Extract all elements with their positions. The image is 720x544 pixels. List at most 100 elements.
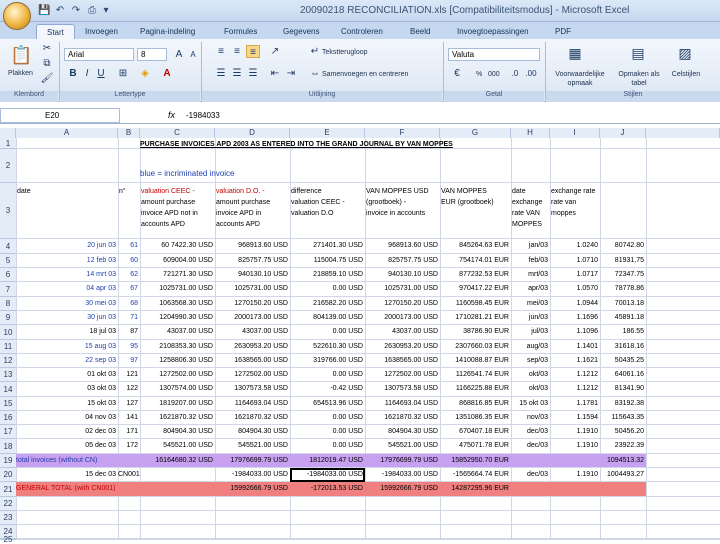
do-value-cell[interactable]: 1307573.58 USD [215,384,290,397]
exchange-rate-cell[interactable]: 1.1096 [550,327,600,340]
tab-gegevens[interactable]: Gegevens [283,24,319,39]
row-header[interactable]: 15 [0,397,16,411]
increase-indent-icon[interactable]: ⇥ [284,67,298,80]
rate-value-cell[interactable]: 72347.75 [600,270,646,282]
merge-center-button[interactable]: Samenvoegen en centreren [322,70,408,79]
date-rate-cell[interactable]: okt/03 [511,384,550,397]
redo-icon[interactable]: ↷ [70,5,82,17]
grow-font-icon[interactable]: A [172,48,186,61]
italic-icon[interactable]: I [80,67,94,80]
vm-eur-cell[interactable]: 1410088.87 EUR [440,356,511,368]
date-rate-cell[interactable]: dec/03 [511,427,550,439]
quick-access-dropdown-icon[interactable]: ▾ [100,5,112,17]
date-cell[interactable]: 05 dec 03 [16,441,118,454]
number-cell[interactable]: 61 [118,241,140,254]
exchange-rate-cell[interactable]: 1.1910 [550,441,600,454]
vm-usd-cell[interactable]: 825757.75 USD [365,256,440,268]
date-rate-cell[interactable]: apr/03 [511,284,550,297]
vm-eur-cell[interactable]: 1351086.35 EUR [440,413,511,425]
ceec-value-cell[interactable]: 1204990.30 USD [140,313,215,325]
vm-eur-cell[interactable]: 754174.01 EUR [440,256,511,268]
vm-usd-cell[interactable]: 1270150.20 USD [365,299,440,311]
difference-cell[interactable]: 804139.00 USD [290,313,365,325]
do-value-cell[interactable]: 545521.00 USD [215,441,290,454]
exchange-rate-cell[interactable]: 1.0240 [550,241,600,254]
align-center-icon[interactable]: ☰ [230,67,244,80]
font-color-icon[interactable]: A [160,67,174,80]
number-cell[interactable]: 87 [118,327,140,340]
difference-cell[interactable]: 115004.75 USD [290,256,365,268]
underline-icon[interactable]: U [94,67,108,80]
sheet-title[interactable]: PURCHASE INVOICES APD 2003 AS ENTERED IN… [140,140,560,149]
cell-styles-icon[interactable]: ▨ [675,43,695,63]
tab-beeld[interactable]: Beeld [410,24,430,39]
tab-pagina-indeling[interactable]: Pagina-indeling [140,24,195,39]
office-button[interactable] [3,2,31,30]
rate-value-cell[interactable]: 186.55 [600,327,646,340]
save-icon[interactable]: 💾 [38,5,50,17]
do-value-cell[interactable]: 43037.00 USD [215,327,290,340]
ceec-value-cell[interactable]: 1819207.00 USD [140,399,215,411]
column-header[interactable]: J [600,128,646,138]
font-name-select[interactable]: Arial [64,48,134,61]
number-cell[interactable]: 127 [118,399,140,411]
vm-eur-cell[interactable]: 877232.53 EUR [440,270,511,282]
exchange-rate-cell[interactable]: 1.1212 [550,384,600,397]
increase-decimal-icon[interactable]: .0 [508,67,522,80]
cut-icon[interactable]: ✂ [40,42,54,55]
row-header[interactable]: 17 [0,425,16,439]
exchange-rate-cell[interactable]: 1.1910 [550,427,600,439]
do-value-cell[interactable]: 2000173.00 USD [215,313,290,325]
date-cell[interactable]: 15 aug 03 [16,342,118,354]
number-cell[interactable]: 97 [118,356,140,368]
row-header[interactable]: 21 [0,482,16,497]
align-left-icon[interactable]: ☰ [214,67,228,80]
vm-usd-cell[interactable]: 43037.00 USD [365,327,440,340]
copy-icon[interactable]: ⧉ [40,57,54,70]
do-value-cell[interactable]: 2630953.20 USD [215,342,290,354]
difference-cell[interactable]: 0.00 USD [290,441,365,454]
date-rate-cell[interactable]: mei/03 [511,299,550,311]
number-cell[interactable]: 172 [118,441,140,454]
date-rate-cell[interactable]: nov/03 [511,413,550,425]
do-value-cell[interactable]: 1621870.32 USD [215,413,290,425]
tab-invoegen[interactable]: Invoegen [85,24,118,39]
date-cell[interactable]: 18 jul 03 [16,327,118,340]
exchange-rate-cell[interactable]: 1.1696 [550,313,600,325]
vm-usd-cell[interactable]: 2000173.00 USD [365,313,440,325]
difference-cell[interactable]: 216582.20 USD [290,299,365,311]
rate-value-cell[interactable]: 64061.16 [600,370,646,382]
row-header[interactable]: 19 [0,454,16,468]
number-cell[interactable]: 122 [118,384,140,397]
date-rate-cell[interactable]: mrt/03 [511,270,550,282]
row-header[interactable]: 3 [0,183,16,239]
column-header[interactable]: G [440,128,511,138]
format-table-icon[interactable]: ▤ [628,43,648,63]
total-cell[interactable]: 15852950.70 EUR [440,456,511,468]
undo-icon[interactable]: ↶ [54,5,66,17]
borders-icon[interactable]: ⊞ [116,67,130,80]
exchange-rate-cell[interactable]: 1.1594 [550,413,600,425]
row-header[interactable]: 18 [0,439,16,454]
format-table-button[interactable]: Opmaken als tabel [615,70,663,88]
currency-icon[interactable]: € [450,67,464,80]
number-cell[interactable]: 95 [118,342,140,354]
column-header[interactable]: F [365,128,440,138]
font-size-select[interactable]: 8 [137,48,167,61]
grand-total-cell[interactable]: 15992666.79 USD [365,484,440,497]
date-cell[interactable]: 02 dec 03 [16,427,118,439]
date-cell[interactable]: 22 sep 03 [16,356,118,368]
tab-formules[interactable]: Formules [224,24,257,39]
cn-cell[interactable]: -1984033.00 USD [290,470,365,482]
format-painter-icon[interactable]: 🖌 [40,72,54,85]
fill-color-icon[interactable]: ◈ [138,67,152,80]
number-cell[interactable]: 68 [118,299,140,311]
cell-styles-button[interactable]: Celstijlen [664,70,708,79]
total-cell[interactable]: 1812019.47 USD [290,456,365,468]
cn-cell[interactable]: -1984033.00 USD [215,470,290,482]
date-cell[interactable]: 04 nov 03 [16,413,118,425]
rate-value-cell[interactable]: 81341.90 [600,384,646,397]
vm-usd-cell[interactable]: 1307573.58 USD [365,384,440,397]
date-cell[interactable]: 15 okt 03 [16,399,118,411]
date-rate-cell[interactable]: jun/03 [511,313,550,325]
